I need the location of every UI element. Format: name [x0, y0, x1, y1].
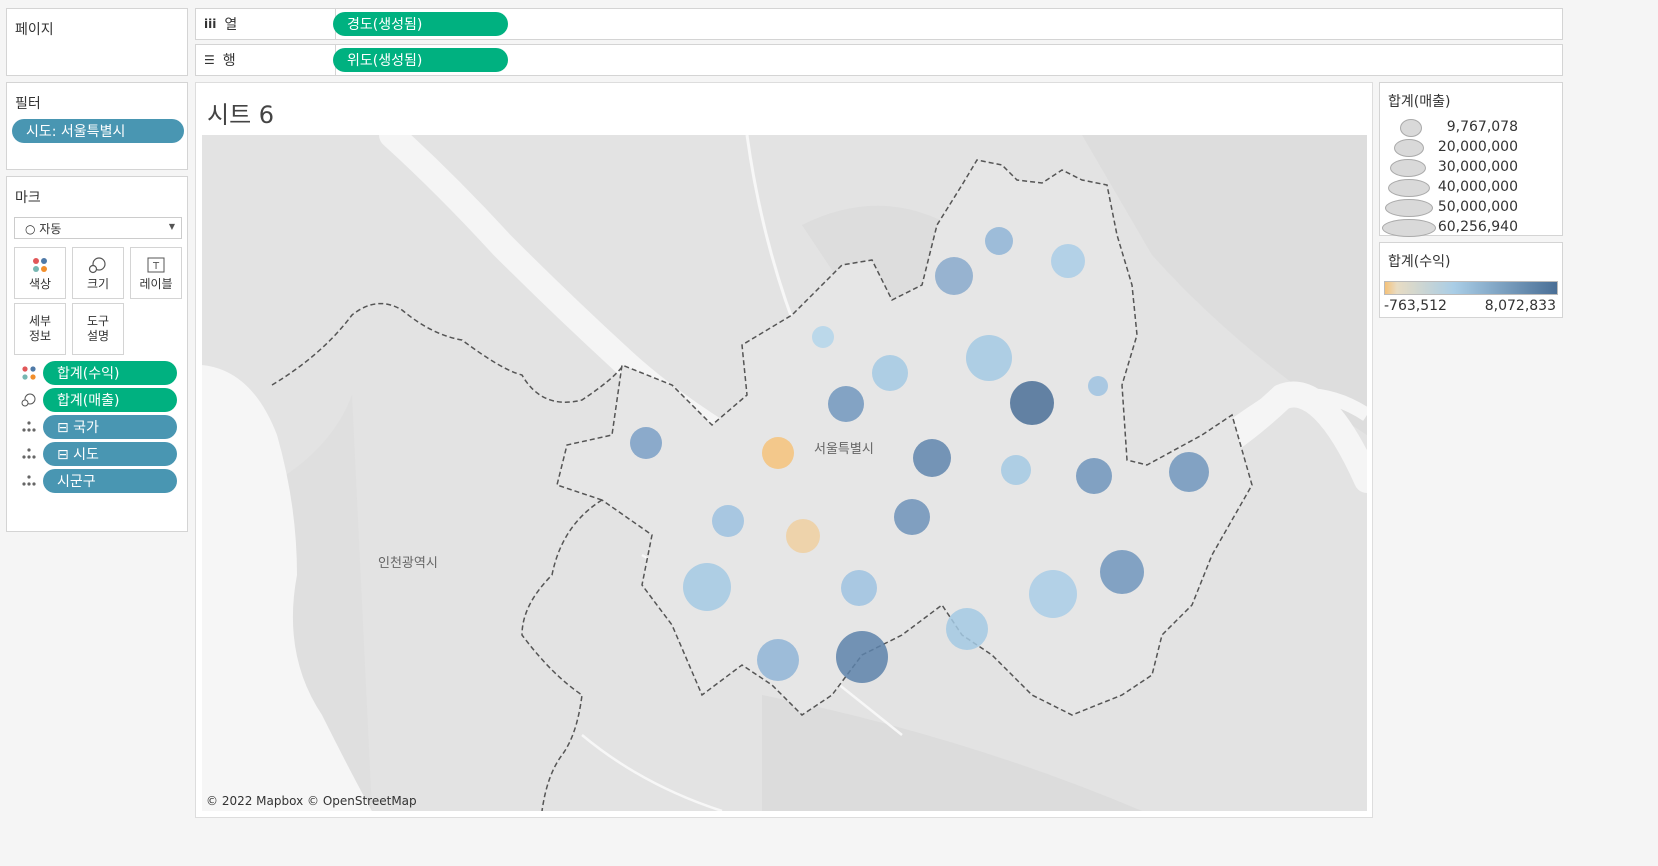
detail-icon	[22, 448, 36, 459]
size-legend-row: 60,256,940	[1380, 217, 1560, 237]
district-bubble[interactable]	[841, 570, 877, 606]
size-legend: 합계(매출) 9,767,078 20,000,000 30,000,000 4…	[1379, 82, 1563, 237]
svg-text:T: T	[152, 261, 160, 272]
mark-field-sales[interactable]: 합계(매출)	[21, 388, 191, 414]
map-label-incheon: 인천광역시	[378, 556, 438, 571]
map-attribution[interactable]: © 2022 Mapbox © OpenStreetMap	[206, 794, 417, 808]
filter-pill-sido[interactable]: 시도: 서울특별시	[12, 119, 184, 143]
label-button[interactable]: T 레이블	[130, 247, 182, 299]
pages-title: 페이지	[15, 22, 54, 38]
columns-shelf[interactable]: iii 열 경도(생성됨)	[195, 8, 1563, 40]
district-bubble[interactable]	[1088, 376, 1108, 396]
detail-icon	[22, 475, 36, 486]
size-icon	[21, 393, 36, 407]
district-bubble[interactable]	[828, 386, 864, 422]
district-bubble[interactable]	[630, 427, 662, 459]
chevron-down-icon: ▼	[168, 222, 175, 231]
district-bubble[interactable]	[946, 608, 988, 650]
district-bubble[interactable]	[913, 439, 951, 477]
size-icon	[88, 255, 108, 275]
map-label-seoul: 서울특별시	[814, 442, 874, 457]
district-bubble[interactable]	[1029, 570, 1077, 618]
size-legend-row: 9,767,078	[1380, 117, 1560, 137]
mark-field-profit[interactable]: 합계(수익)	[21, 361, 191, 387]
size-legend-row: 20,000,000	[1380, 137, 1560, 157]
district-bubble[interactable]	[812, 326, 834, 348]
district-bubble[interactable]	[1169, 452, 1209, 492]
mark-field-sigungu[interactable]: 시군구	[21, 469, 191, 495]
detail-button[interactable]: 세부 정보	[14, 303, 66, 355]
pages-panel[interactable]: 페이지	[6, 8, 188, 76]
rows-shelf[interactable]: ☰ 행 위도(생성됨)	[195, 44, 1563, 76]
size-legend-row: 50,000,000	[1380, 197, 1560, 217]
district-bubble[interactable]	[1076, 458, 1112, 494]
detail-icon	[22, 421, 36, 432]
sheet-title: 시트 6	[207, 101, 275, 129]
marks-title: 마크	[15, 190, 41, 206]
rows-icon: ☰	[204, 53, 215, 67]
rows-shelf-label: ☰ 행	[196, 45, 336, 75]
mark-field-sido[interactable]: ⊟ 시도	[21, 442, 191, 468]
district-bubble[interactable]	[872, 355, 908, 391]
district-bubble[interactable]	[786, 519, 820, 553]
color-icon	[31, 255, 49, 275]
map-canvas[interactable]: 서울특별시 인천광역시 © 2022 Mapbox © OpenStreetMa…	[202, 135, 1367, 811]
district-bubble[interactable]	[1010, 381, 1054, 425]
district-bubble[interactable]	[935, 257, 973, 295]
district-bubble[interactable]	[985, 227, 1013, 255]
sheet-view: 시트 6 서울특별시 인천광역시 © 2022 Mapbox © OpenStr…	[195, 82, 1373, 818]
color-legend-max: 8,072,833	[1484, 298, 1556, 314]
mark-type-dropdown[interactable]: ○ 자동 ▼	[14, 217, 182, 239]
text-label-icon: T	[147, 255, 165, 275]
filters-panel[interactable]: 필터 시도: 서울특별시	[6, 82, 188, 170]
mark-field-country[interactable]: ⊟ 국가	[21, 415, 191, 441]
district-bubble[interactable]	[683, 563, 731, 611]
marks-panel: 마크 ○ 자동 ▼ 색상 크기 T 레이블 세부 정보 도구 설명 합계(수익)…	[6, 176, 188, 532]
district-bubble[interactable]	[966, 335, 1012, 381]
color-legend-min: -763,512	[1384, 298, 1447, 314]
size-legend-row: 40,000,000	[1380, 177, 1560, 197]
columns-shelf-label: iii 열	[196, 9, 336, 39]
district-bubble[interactable]	[712, 505, 744, 537]
color-ramp[interactable]	[1384, 281, 1558, 295]
size-legend-title: 합계(매출)	[1388, 94, 1451, 110]
columns-icon: iii	[204, 17, 217, 31]
district-bubble[interactable]	[757, 639, 799, 681]
district-bubble[interactable]	[762, 437, 794, 469]
district-bubble[interactable]	[894, 499, 930, 535]
district-bubble[interactable]	[1001, 455, 1031, 485]
filters-title: 필터	[15, 96, 41, 112]
color-button[interactable]: 색상	[14, 247, 66, 299]
latitude-pill[interactable]: 위도(생성됨)	[333, 48, 508, 72]
district-bubble[interactable]	[836, 631, 888, 683]
color-legend: 합계(수익) -763,512 8,072,833	[1379, 242, 1563, 318]
district-bubble[interactable]	[1100, 550, 1144, 594]
color-icon	[22, 366, 36, 380]
size-legend-row: 30,000,000	[1380, 157, 1560, 177]
color-legend-title: 합계(수익)	[1388, 254, 1451, 270]
district-bubble[interactable]	[1051, 244, 1085, 278]
size-button[interactable]: 크기	[72, 247, 124, 299]
longitude-pill[interactable]: 경도(생성됨)	[333, 12, 508, 36]
tooltip-button[interactable]: 도구 설명	[72, 303, 124, 355]
